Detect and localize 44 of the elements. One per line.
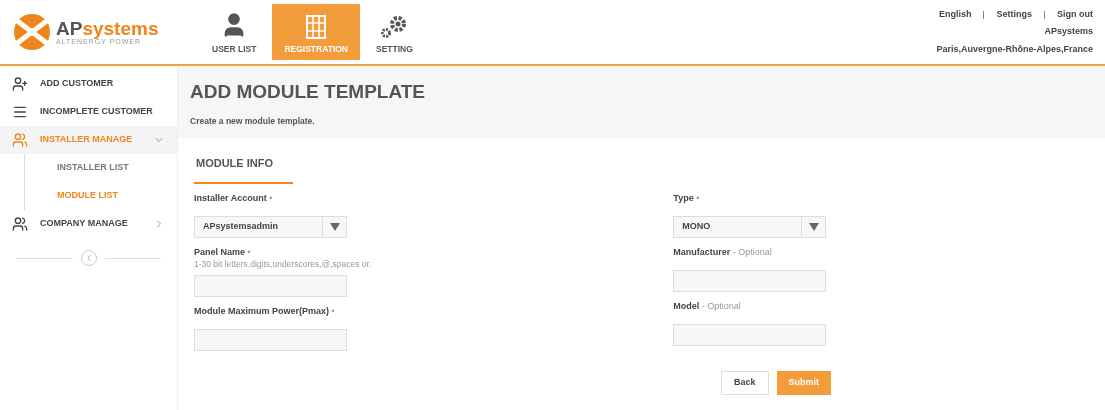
- field-label: Module Maximum Power(Pmax): [194, 305, 330, 316]
- field-label: Installer Account: [194, 193, 267, 203]
- dropdown-arrow-icon: [808, 223, 819, 231]
- field-label: Manufacturer: [673, 247, 731, 257]
- field-marker: - Optional: [732, 247, 772, 257]
- back-button[interactable]: Back: [721, 370, 769, 395]
- field-label: Panel Name: [194, 247, 246, 257]
- gears-icon: [380, 15, 409, 40]
- users-icon: [12, 132, 28, 148]
- page-subtitle: Create a new module template.: [190, 114, 316, 128]
- page-title: ADD MODULE TEMPLATE: [190, 80, 427, 104]
- select-field[interactable]: MONO: [673, 216, 827, 238]
- logo-name: APsystems: [56, 19, 159, 38]
- sidebar-item[interactable]: COMPANY MANAGE: [0, 210, 177, 238]
- sidebar-item[interactable]: ADD CUSTOMER: [0, 70, 177, 98]
- dropdown-arrow-icon: [329, 223, 340, 231]
- input-field[interactable]: [194, 328, 347, 351]
- field-marker: •: [331, 305, 335, 316]
- user-name: APsystems: [1044, 25, 1093, 39]
- select-field[interactable]: APsystemsadmin: [194, 216, 347, 238]
- solar-panel-icon: [306, 15, 327, 40]
- nav-tab[interactable]: USER LIST: [200, 4, 269, 60]
- section-title: MODULE INFO: [196, 157, 273, 169]
- field-marker: •: [247, 247, 251, 257]
- field-hint: 1-30 bit letters,digits,underscores,@,spaces or.: [194, 258, 372, 271]
- logo-icon: [12, 12, 52, 52]
- top-link[interactable]: English: [938, 7, 972, 22]
- user-location: Paris,Auvergne-Rhône-Alpes,France: [936, 42, 1093, 56]
- field-marker: •: [269, 193, 273, 203]
- input-field[interactable]: [673, 324, 827, 346]
- field-marker: - Optional: [701, 301, 741, 311]
- field-label: Type: [673, 193, 694, 203]
- nav-tab[interactable]: SETTING: [364, 4, 425, 60]
- list-icon: [12, 104, 28, 120]
- input-field[interactable]: [673, 270, 827, 292]
- sidebar-item[interactable]: INCOMPLETE CUSTOMER: [0, 98, 177, 126]
- field-label: Model: [673, 301, 700, 311]
- input-field[interactable]: [194, 274, 347, 297]
- sidebar-subitem[interactable]: INSTALLER LIST: [25, 154, 177, 182]
- users-icon: [12, 216, 28, 232]
- add-user-icon: [12, 76, 28, 92]
- field-marker: •: [696, 193, 700, 203]
- top-link[interactable]: Settings: [996, 7, 1032, 22]
- top-link[interactable]: Sign out: [1057, 7, 1093, 22]
